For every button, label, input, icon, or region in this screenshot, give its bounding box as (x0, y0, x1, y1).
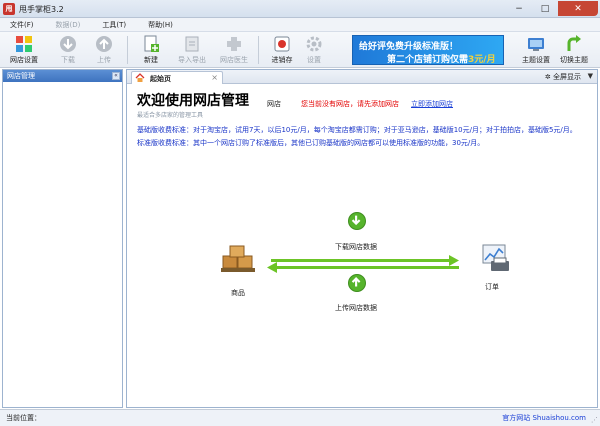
new-document-icon (144, 35, 159, 52)
inventory-icon (274, 36, 290, 52)
settings-label: 设置 (307, 56, 321, 64)
basic-fee-text: 基础版收费标准：对于淘宝店，试用7天，以后10元/月，每个淘宝店都需订购；对于亚… (137, 126, 577, 134)
arrow-left-icon (267, 262, 277, 273)
standard-fee-text: 标准版收费标准：其中一个网店订购了标准版后，其他已订购基础版的网店都可以使用标准… (137, 139, 485, 147)
main-panel: 起始页 × ✲ 全屏显示 ▼ 欢迎使用网店管理 网店 您当前没有网店，请先添加网… (126, 69, 598, 408)
home-icon (135, 73, 145, 82)
shop-doctor-button[interactable]: 网店医生 (214, 34, 254, 68)
medical-cross-icon (227, 37, 241, 51)
goods-label: 商品 (231, 289, 245, 297)
inventory-label: 进销存 (271, 56, 293, 64)
sidebar-collapse-button[interactable]: « (112, 72, 120, 80)
close-button[interactable]: ✕ (558, 1, 598, 16)
status-bar: 当前位置： 官方网站 Shuaishou.com ⋰ (0, 409, 600, 426)
fullscreen-label: 全屏显示 (553, 73, 581, 81)
add-store-link[interactable]: 立即添加网店 (411, 99, 453, 109)
sync-arrow-top (271, 259, 455, 262)
switch-theme-button[interactable]: 切换主题 (556, 34, 592, 68)
banner-line1: 给好评免费升级标准版！ (359, 42, 459, 52)
app-logo-icon: 甩 (3, 3, 15, 15)
theme-monitor-icon (528, 38, 544, 51)
upload-arrow-icon (96, 36, 112, 52)
shop-doctor-label: 网店医生 (220, 56, 248, 64)
window-controls: − □ ✕ (506, 1, 598, 16)
goods-boxes-icon (221, 245, 255, 272)
menu-data[interactable]: 数据(D) (56, 18, 81, 31)
menu-bar: 文件(F) 数据(D) 工具(T) 帮助(H) (0, 18, 600, 32)
shop-settings-button[interactable]: 网店设置 (6, 34, 42, 68)
download-data-label: 下载网店数据 (335, 243, 377, 251)
tab-close-icon[interactable]: × (211, 73, 218, 82)
window-title: 甩手掌柜3.2 (19, 5, 64, 14)
menu-help[interactable]: 帮助(H) (148, 18, 173, 31)
import-export-button[interactable]: 导入导出 (172, 34, 212, 68)
tab-menu-dropdown-icon[interactable]: ▼ (588, 72, 593, 80)
sidebar-header: 网店管理 « (3, 70, 122, 82)
import-export-icon (185, 36, 199, 52)
banner-line2-text: 第二个店铺订购仅需 (387, 55, 469, 65)
banner-price: 3元/月 (468, 55, 496, 65)
welcome-subtitle: 最适合多店家的管理工具 (137, 112, 204, 119)
orders-chart-printer-icon (482, 244, 509, 271)
tab-start-page-label: 起始页 (150, 75, 171, 83)
current-location: 当前位置： (6, 414, 41, 422)
upload-label: 上传 (97, 56, 111, 64)
menu-file[interactable]: 文件(F) (10, 18, 34, 31)
welcome-title: 欢迎使用网店管理 (137, 93, 249, 109)
resize-grip-icon[interactable]: ⋰ (591, 416, 598, 424)
upload-circle-icon (348, 274, 366, 292)
toolbar-separator (258, 36, 259, 64)
store-label: 网店 (267, 100, 281, 108)
sync-arrow-bottom (275, 266, 459, 269)
inventory-button[interactable]: 进销存 (264, 34, 300, 68)
switch-theme-label: 切换主题 (560, 56, 588, 64)
shop-settings-label: 网店设置 (10, 56, 38, 64)
banner-line2: 第二个店铺订购仅需3元/月 (387, 52, 496, 65)
maximize-button[interactable]: □ (532, 1, 558, 16)
download-circle-icon (348, 212, 366, 230)
fullscreen-button[interactable]: ✲ 全屏显示 (545, 72, 581, 82)
arrow-right-icon (449, 255, 459, 266)
upload-data-label: 上传网店数据 (335, 304, 377, 312)
upload-button[interactable]: 上传 (86, 34, 122, 68)
new-label: 新建 (144, 56, 158, 64)
tab-bar: 起始页 × ✲ 全屏显示 ▼ (127, 70, 597, 84)
switch-arrow-icon (567, 35, 581, 51)
download-arrow-icon (60, 36, 76, 52)
no-store-warning: 您当前没有网店，请先添加网店 (301, 100, 399, 108)
orders-label: 订单 (485, 283, 499, 291)
fullscreen-icon: ✲ (544, 73, 551, 81)
official-website-link[interactable]: 官方网站 Shuaishou.com (502, 413, 586, 423)
toolbar-separator (127, 36, 128, 64)
toolbar: 网店设置 下载 上传 新建 导入导出 网店医生 进销存 设置 主题设置 切换主题 (0, 32, 600, 68)
import-export-label: 导入导出 (178, 56, 206, 64)
download-button[interactable]: 下载 (50, 34, 86, 68)
sidebar-shop-management: 网店管理 « (2, 69, 123, 408)
tab-start-page[interactable]: 起始页 × (131, 71, 223, 84)
theme-settings-button[interactable]: 主题设置 (518, 34, 554, 68)
theme-settings-label: 主题设置 (522, 56, 550, 64)
gear-icon (306, 36, 322, 52)
settings-button[interactable]: 设置 (296, 34, 332, 68)
new-button[interactable]: 新建 (133, 34, 169, 68)
menu-tools[interactable]: 工具(T) (102, 18, 126, 31)
promo-banner[interactable]: 给好评免费升级标准版！ 第二个店铺订购仅需3元/月 (352, 35, 504, 65)
shop-grid-icon (16, 36, 32, 52)
minimize-button[interactable]: − (506, 1, 532, 16)
title-bar: 甩 甩手掌柜3.2 − □ ✕ (0, 0, 600, 18)
download-label: 下载 (61, 56, 75, 64)
sidebar-title: 网店管理 (7, 72, 35, 80)
